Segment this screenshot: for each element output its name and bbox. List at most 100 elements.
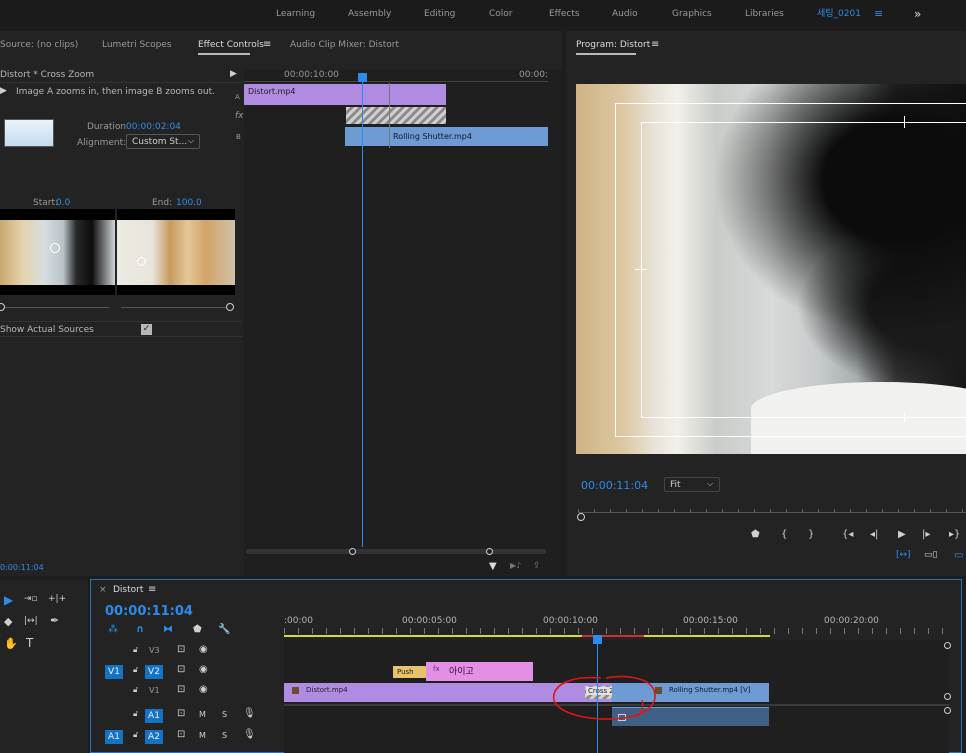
slip-tool-icon[interactable]: |↔|: [24, 616, 38, 626]
ripple-edit-tool-icon[interactable]: +|+: [48, 594, 66, 604]
title-clip[interactable]: fx 아이고: [426, 662, 533, 681]
track-name-v1[interactable]: V1: [149, 686, 160, 695]
start-anchor-handle[interactable]: [50, 243, 60, 253]
workspace-editing[interactable]: Editing: [424, 0, 455, 28]
sequence-tab[interactable]: Distort: [113, 585, 143, 595]
track-name-a1[interactable]: A1: [145, 709, 163, 723]
timeline-scroll-handle-top[interactable]: [944, 642, 951, 649]
pen-tool-icon[interactable]: ✒: [50, 614, 59, 627]
program-menu-icon[interactable]: ≡: [651, 31, 659, 59]
go-to-in-icon[interactable]: {◂: [842, 529, 853, 540]
step-back-icon[interactable]: ◂|: [870, 529, 878, 540]
microphone-icon[interactable]: 🎙︎: [243, 708, 256, 719]
mark-out-icon[interactable]: }: [808, 529, 814, 540]
source-patch-a1[interactable]: A1: [105, 730, 123, 744]
go-to-out-icon[interactable]: ▸}: [949, 529, 960, 540]
workspace-menu-icon[interactable]: ≡: [874, 0, 883, 28]
play-icon[interactable]: ▶: [898, 529, 906, 540]
source-patch-v1[interactable]: V1: [105, 665, 123, 679]
mini-zoom-handle-left[interactable]: [349, 548, 356, 555]
type-tool-icon[interactable]: T: [26, 636, 33, 650]
timeline-tracks-area[interactable]: Push fx 아이고 Distort.mp4 Cross Zoom Rolli…: [284, 635, 949, 753]
timeline-scroll-handle-audio[interactable]: [944, 707, 951, 714]
lock-icon[interactable]: 🔓︎: [133, 665, 138, 675]
razor-tool-icon[interactable]: ◆: [4, 615, 12, 628]
workspace-libraries[interactable]: Libraries: [745, 0, 784, 28]
eye-icon[interactable]: ◉: [199, 664, 208, 675]
program-monitor-title[interactable]: Program: Distort: [576, 31, 650, 59]
eye-icon[interactable]: ◉: [199, 644, 208, 655]
lock-icon[interactable]: 🔓︎: [133, 730, 138, 740]
linked-selection-icon[interactable]: ⧓: [163, 624, 173, 635]
microphone-icon[interactable]: 🎙︎: [243, 729, 256, 740]
duration-value[interactable]: 00:00:02:04: [126, 122, 181, 132]
track-name-a2[interactable]: A2: [145, 730, 163, 744]
program-timecode[interactable]: 00:00:11:04: [581, 479, 648, 492]
mute-button[interactable]: M: [199, 731, 206, 740]
snap-icon[interactable]: ∩: [136, 624, 144, 635]
export-icon[interactable]: ⇪: [533, 561, 541, 571]
play-transition-icon[interactable]: ▶: [0, 86, 7, 96]
mini-clip-a[interactable]: Distort.mp4: [244, 84, 446, 105]
fit-dropdown[interactable]: Fit ⌵: [664, 477, 720, 492]
sync-lock-icon[interactable]: ⊡: [177, 664, 185, 675]
track-select-tool-icon[interactable]: ⇥▫: [24, 594, 38, 604]
mark-in-icon[interactable]: {: [781, 529, 787, 540]
tab-effect-controls[interactable]: Effect Controls: [198, 31, 264, 59]
sync-lock-icon[interactable]: ⊡: [177, 729, 185, 740]
push-transition[interactable]: Push: [393, 666, 426, 678]
start-preview[interactable]: [0, 209, 115, 295]
play-audio-icon[interactable]: ▶♪: [510, 561, 521, 570]
sync-lock-icon[interactable]: ⊡: [177, 708, 185, 719]
lock-icon[interactable]: 🔓︎: [133, 645, 138, 655]
end-slider-track[interactable]: [121, 307, 228, 308]
show-actual-sources-checkbox[interactable]: ✓: [141, 324, 152, 335]
start-slider-handle[interactable]: [0, 303, 5, 311]
end-anchor-handle[interactable]: [137, 257, 146, 266]
workspace-audio[interactable]: Audio: [612, 0, 638, 28]
solo-button[interactable]: S: [222, 710, 227, 719]
hand-tool-icon[interactable]: ✋: [4, 637, 18, 650]
filter-icon[interactable]: ▼: [489, 561, 497, 572]
work-area-bar[interactable]: [284, 635, 770, 637]
end-slider-handle[interactable]: [226, 303, 234, 311]
timeline-ruler[interactable]: :00:00 00:00:05:00 00:00:10:00 00:00:15:…: [284, 610, 956, 638]
expand-icon[interactable]: ▶: [230, 69, 237, 79]
tab-lumetri-scopes[interactable]: Lumetri Scopes: [102, 31, 172, 59]
program-ruler[interactable]: [578, 503, 966, 513]
mini-zoom-handle-right[interactable]: [486, 548, 493, 555]
mini-transition-block[interactable]: [346, 107, 446, 124]
solo-button[interactable]: S: [222, 731, 227, 740]
timeline-timecode[interactable]: 00:00:11:04: [105, 604, 193, 619]
lift-icon[interactable]: [↔]: [896, 550, 911, 560]
add-marker-icon[interactable]: ⬟: [751, 529, 760, 540]
track-name-v3[interactable]: V3: [149, 646, 160, 655]
start-slider-track[interactable]: [2, 307, 109, 308]
effect-controls-timecode[interactable]: 0:00:11:04: [0, 563, 44, 572]
step-forward-icon[interactable]: |▸: [922, 529, 930, 540]
mini-zoom-bar[interactable]: [246, 549, 546, 554]
export-frame-icon[interactable]: ▭: [954, 550, 963, 561]
eye-icon[interactable]: ◉: [199, 684, 208, 695]
lock-icon[interactable]: 🔓︎: [133, 685, 138, 695]
workspace-color[interactable]: Color: [489, 0, 513, 28]
workspace-learning[interactable]: Learning: [276, 0, 315, 28]
workspace-graphics[interactable]: Graphics: [672, 0, 712, 28]
settings-wrench-icon[interactable]: 🔧: [218, 624, 230, 635]
tab-source[interactable]: Source: (no clips): [0, 31, 78, 59]
start-value[interactable]: 0.0: [56, 198, 70, 208]
sync-lock-icon[interactable]: ⊡: [177, 684, 185, 695]
panel-menu-icon[interactable]: ≡: [263, 31, 271, 59]
add-marker-timeline-icon[interactable]: ⬟: [193, 624, 202, 635]
end-value[interactable]: 100.0: [176, 198, 202, 208]
workspace-assembly[interactable]: Assembly: [348, 0, 391, 28]
compare-icon[interactable]: ▭▯: [924, 550, 937, 560]
alignment-dropdown[interactable]: Custom St... ⌵: [126, 134, 200, 149]
sequence-close-icon[interactable]: ×: [99, 585, 107, 595]
workspace-overflow-icon[interactable]: »: [914, 0, 921, 28]
sequence-menu-icon[interactable]: ≡: [148, 584, 156, 595]
selection-tool-icon[interactable]: ▶: [4, 593, 13, 607]
mute-button[interactable]: M: [199, 710, 206, 719]
timeline-scroll-handle-mid[interactable]: [944, 693, 951, 700]
tab-audio-clip-mixer[interactable]: Audio Clip Mixer: Distort: [290, 31, 399, 59]
